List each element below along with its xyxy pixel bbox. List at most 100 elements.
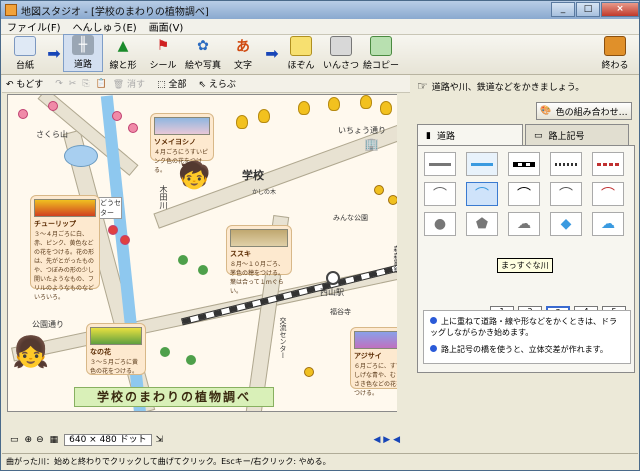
tulip-icon: [108, 225, 118, 235]
help-item: 上に重ねて道路・線や形などをかくときは、ドラッグしながらかき始めます。: [430, 317, 617, 337]
curve-style-dotted[interactable]: ⌒: [592, 182, 624, 206]
tab-road-marks[interactable]: ▭ 路上記号: [525, 124, 629, 146]
grass-icon: [160, 347, 170, 357]
canvas-scrollbar[interactable]: [397, 94, 407, 412]
tool-exit-button[interactable]: 終わる: [595, 34, 635, 72]
tool-picture-button[interactable]: ✿ 絵や写真: [183, 34, 223, 72]
curve-style-rail[interactable]: ⌒: [508, 182, 540, 206]
ginkgo-tree-icon: [380, 101, 392, 115]
select-all-button[interactable]: ⬚ 全部: [157, 77, 192, 90]
help-item: 路上記号の橋を使うと、立体交差が作れます。: [430, 344, 624, 355]
copy-icon[interactable]: ⎘: [82, 79, 89, 89]
shape-lake[interactable]: ⬟: [466, 212, 498, 236]
color-combination-button[interactable]: 🎨 色の組み合わせ…: [536, 102, 632, 120]
road-icon: ╫: [72, 35, 94, 55]
map-canvas[interactable]: さくら山 いちょう通り 木田川 学校 かしの木 みんな公園 森森電鉄 西山駅 公…: [7, 94, 407, 412]
text-icon: あ: [236, 39, 250, 55]
shape-circle[interactable]: ●: [424, 212, 456, 236]
app-icon: [5, 4, 17, 16]
base-paper-icon: [14, 36, 36, 56]
tool-shapes-button[interactable]: ▲ 線と形: [103, 34, 143, 72]
canvas-footer: ▭ ⊕ ⊖ ▦ 640 × 480 ドット ⇲ ◀ ▶ ◀: [2, 432, 410, 448]
card-tulip[interactable]: チューリップ ３～４月ごろに白、赤、ピンク、黄色などの花をつける。花の形は、先が…: [30, 195, 100, 301]
zoom-in-icon[interactable]: ⊕: [25, 435, 33, 445]
cut-icon[interactable]: ✂: [69, 79, 77, 89]
road-style-river[interactable]: [466, 152, 498, 176]
close-button[interactable]: ×: [601, 2, 639, 17]
tool-road-button[interactable]: ╫ 道路: [63, 34, 103, 72]
arrow-right-icon: ➡: [265, 43, 279, 63]
label-sakura-yama: さくら山: [36, 130, 68, 139]
page-nav[interactable]: ◀ ▶ ◀: [374, 435, 401, 445]
label-nishiyama-station: 西山駅: [320, 288, 344, 297]
tab-road[interactable]: ▮ 道路: [417, 124, 523, 146]
grid-icon[interactable]: ▦: [50, 435, 59, 445]
edit-subtoolbar: ↶ もどす ↷ ✂ ⎘ 📋 🗑 消す ⬚ 全部 ⇖ えらぶ: [2, 75, 410, 93]
label-minna-koen: みんな公園: [333, 214, 368, 222]
road-style-track[interactable]: [550, 152, 582, 176]
road-style-rail[interactable]: [508, 152, 540, 176]
tool-panel: ☞ 道路や川、鉄道などをかきましょう。 🎨 色の組み合わせ… ▮ 道路 ▭ 路上…: [413, 75, 638, 449]
shape-blob[interactable]: ☁: [508, 212, 540, 236]
card-someiyoshino[interactable]: ソメイヨシノ ４月ごろにうすいピンク色の花をつける。: [150, 113, 214, 174]
curve-style-plain[interactable]: ⌒: [424, 182, 456, 206]
tulip-icon: [120, 235, 130, 245]
map-title-banner: 学校のまわりの植物調べ: [74, 387, 274, 407]
undo-button[interactable]: ↶ もどす: [6, 77, 49, 90]
tooltip: まっすぐな川: [497, 258, 553, 273]
shape-water-blob[interactable]: ☁: [592, 212, 624, 236]
label-icho-dori: いちょう通り: [338, 126, 386, 135]
shape-water-wave[interactable]: ◆: [550, 212, 582, 236]
ginkgo-tree-icon: [360, 95, 372, 109]
zoom-out-icon[interactable]: ⊖: [36, 435, 44, 445]
sunflower-icon: [304, 367, 314, 377]
ginkgo-tree-icon: [236, 115, 248, 129]
grass-icon: [186, 355, 196, 365]
hand-icon: ☞: [417, 79, 428, 93]
station-icon: [326, 271, 340, 285]
bullet-icon: [430, 317, 437, 324]
menu-file[interactable]: ファイル(F): [7, 19, 61, 34]
tool-print-button[interactable]: いんさつ: [321, 34, 361, 72]
card-susuki[interactable]: ススキ ８月～１０月ごろ、茅色の穂をつける。葉は合って１ｍぐらい。: [226, 225, 292, 295]
building-icon: 🏢: [364, 137, 379, 151]
exit-icon: [604, 36, 626, 56]
panel-hint: ☞ 道路や川、鉄道などをかきましょう。: [417, 79, 585, 93]
menu-edit[interactable]: へんしゅう(E): [73, 19, 137, 34]
delete-button[interactable]: 🗑 消す: [113, 77, 151, 90]
photo-nanohana: [90, 327, 142, 345]
ginkgo-tree-icon: [258, 109, 270, 123]
select-tool-button[interactable]: ⇖ えらぶ: [198, 77, 241, 90]
title-bar: 地図スタジオ - [学校のまわりの植物調べ] _ □ ×: [1, 1, 639, 19]
menu-bar: ファイル(F) へんしゅう(E) 画面(V): [1, 19, 639, 35]
status-bar: 曲がった川：始めと終わりでクリックして曲げてクリック。Escキー/右クリック: …: [2, 453, 638, 469]
cherry-blossom-icon: [18, 109, 28, 119]
curve-style-river[interactable]: ⌒: [466, 182, 498, 206]
ginkgo-tree-icon: [328, 97, 340, 111]
minimize-button[interactable]: _: [551, 2, 575, 17]
road-style-dotted[interactable]: [592, 152, 624, 176]
menu-view[interactable]: 画面(V): [149, 19, 184, 34]
fit-view-icon[interactable]: ▭: [10, 435, 19, 445]
tool-sticker-button[interactable]: ⚑ シール: [143, 34, 183, 72]
sunflower-icon: [374, 185, 384, 195]
label-koen-dori: 公園通り: [32, 320, 64, 329]
tool-text-button[interactable]: あ 文字: [223, 34, 263, 72]
cherry-blossom-icon: [112, 111, 122, 121]
arrow-right-icon: ➡: [47, 43, 61, 63]
photo-someiyoshino: [154, 117, 210, 135]
road-style-plain[interactable]: [424, 152, 456, 176]
tool-copy-picture-button[interactable]: 絵コピー: [361, 34, 401, 72]
card-nanohana[interactable]: なの花 ３～５月ごろに黄色の花をつける。: [86, 323, 146, 375]
label-koryu-center: 交流センター: [279, 317, 287, 359]
tool-base-button[interactable]: 台紙: [5, 34, 45, 72]
curve-style-track[interactable]: ⌒: [550, 182, 582, 206]
resize-icon[interactable]: ⇲: [156, 435, 164, 445]
grass-icon: [178, 255, 188, 265]
maximize-button[interactable]: □: [576, 2, 600, 17]
tool-save-button[interactable]: ほぞん: [281, 34, 321, 72]
canvas-size-field[interactable]: 640 × 480 ドット: [64, 434, 152, 446]
paste-icon[interactable]: 📋: [96, 79, 107, 89]
save-icon: [290, 36, 312, 56]
redo-icon[interactable]: ↷: [55, 79, 63, 89]
